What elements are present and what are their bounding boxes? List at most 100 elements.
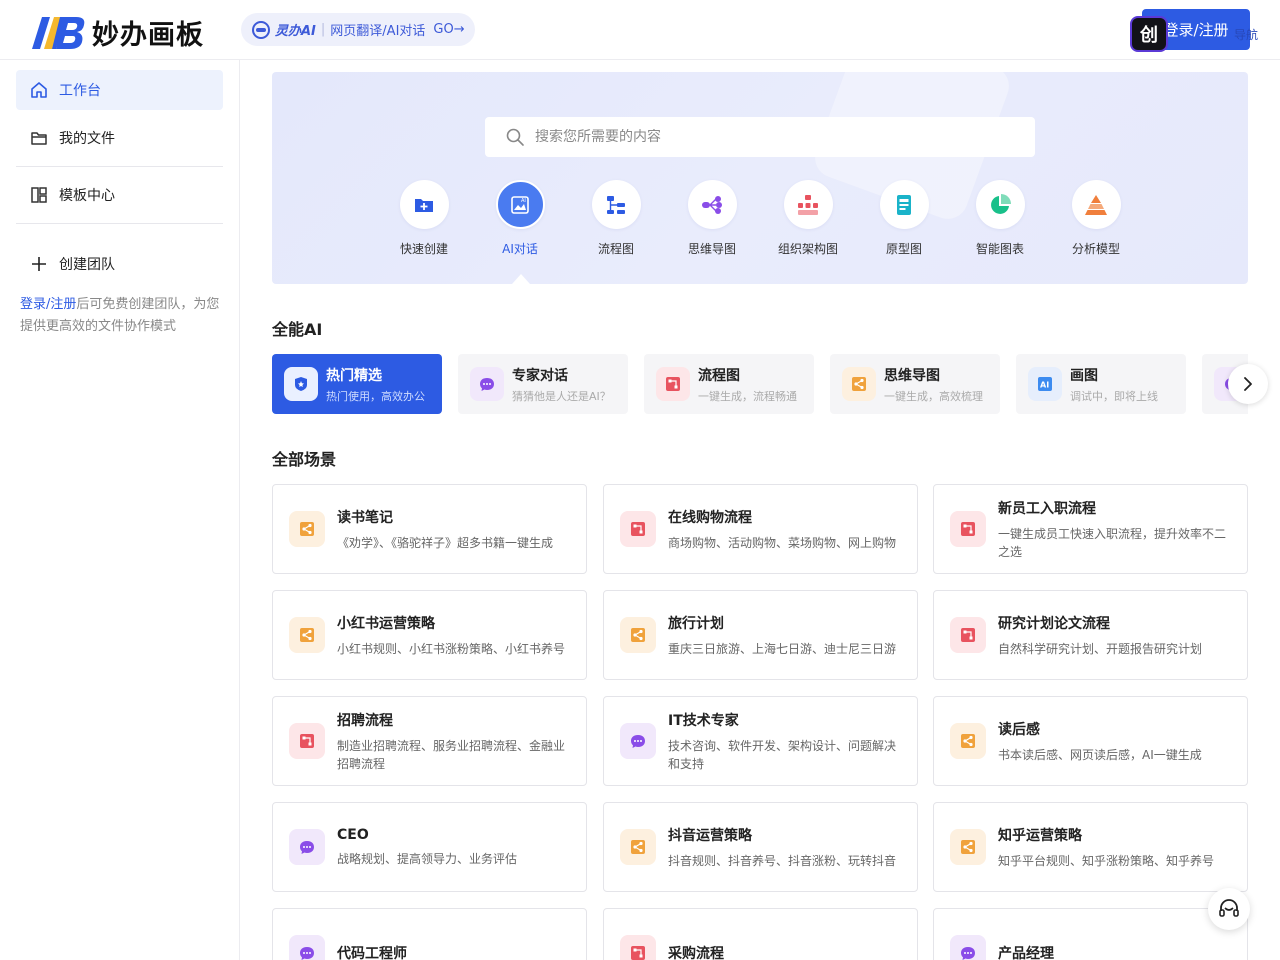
scene-desc: 书本读后感、网页读后感，AI一键生成 [998,747,1202,762]
quick-action-mindmap[interactable]: 思维导图 [672,180,752,257]
scene-desc: 战略规划、提高领导力、业务评估 [337,851,518,866]
quick-action-circle [975,180,1025,229]
category-hot-picks[interactable]: 热门精选 热门使用，高效办公 [272,354,442,414]
chat-bubble-icon [300,947,314,960]
search-bar[interactable] [485,117,1035,157]
category-desc: 猜猜他是人还是AI？ [512,389,611,403]
scene-desc: 自然科学研究计划、开题报告研究计划 [998,641,1203,656]
template-icon [31,187,47,203]
scene-desc: 制造业招聘流程、服务业招聘流程、金融业招聘流程 [337,738,566,771]
folder-icon [31,132,47,145]
promo-go-link[interactable]: GO→ [433,22,464,37]
prototype-icon [897,194,911,215]
scene-card[interactable]: 研究计划论文流程自然科学研究计划、开题报告研究计划 [933,590,1248,680]
quick-action-org-chart[interactable]: 组织架构图 [768,180,848,257]
scene-icon-box [289,511,325,547]
category-flowchart[interactable]: 流程图 一键生成，流程畅通 [644,354,814,414]
scene-text: 知乎运营策略 知乎平台规则、知乎涨粉策略、知乎养号 [998,825,1230,870]
ai-image-icon: AI [511,195,529,214]
sidebar-item-workspace[interactable]: 工作台 [16,70,223,110]
scene-text: 读书笔记 《劝学》、《骆驼祥子》超多书籍一键生成 [337,507,569,552]
quick-action-quick-create[interactable]: 快速创建 [384,180,464,257]
scene-icon-box [289,723,325,759]
category-text: 思维导图 一键生成，高效梳理 [884,365,983,404]
scene-card[interactable]: 抖音运营策略 抖音规则、抖音养号、抖音涨粉、玩转抖音 [603,802,918,892]
scene-text: 在线购物流程 商场购物、活动购物、菜场购物、网上购物 [668,507,912,552]
sidebar-item-my-files[interactable]: 我的文件 [16,118,223,158]
scene-text: CEO 战略规划、提高领导力、业务评估 [337,827,533,868]
category-drawing[interactable]: AI 画图 调试中，即将上线 [1016,354,1186,414]
scene-card[interactable]: 旅行计划 重庆三日旅游、上海七日游、迪士尼三日游 [603,590,918,680]
hint-login-link[interactable]: 登录/注册 [20,297,76,312]
app-logo[interactable]: 妙办画板 [32,13,204,52]
scene-card[interactable]: 在线购物流程 商场购物、活动购物、菜场购物、网上购物 [603,484,918,574]
quick-action-prototype[interactable]: 原型图 [864,180,944,257]
promo-separator: | [320,22,326,37]
top-header: 妙办画板 灵办AI | 网页翻译/AI对话 GO→ 登录/注册 创 导航 [0,0,1280,60]
scene-desc: 一键生成员工快速入职流程，提升效率不二之选 [998,526,1227,559]
scene-text: 读后感书本读后感、网页读后感，AI一键生成 [998,719,1218,764]
scene-card[interactable]: 代码工程师 [272,908,587,960]
scene-card[interactable]: 采购流程 [603,908,918,960]
folder-plus-icon [415,198,433,212]
create-team-button[interactable]: 创建团队 [16,244,223,284]
sidebar-item-template-center[interactable]: 模板中心 [16,175,223,215]
quick-action-circle [591,180,641,229]
category-desc: 一键生成，流程畅通 [698,389,797,403]
quick-action-circle [783,180,833,229]
scene-title: 知乎运营策略 [998,827,1082,844]
search-input[interactable] [535,129,1015,145]
scene-card[interactable]: IT技术专家 技术咨询、软件开发、架构设计、问题解决和支持 [603,696,918,786]
chat-bubble-icon [300,841,314,854]
quick-action-smart-chart[interactable]: 智能图表 [960,180,1040,257]
quick-action-flowchart[interactable]: 流程图 [576,180,656,257]
quick-action-analysis-model[interactable]: 分析模型 [1056,180,1136,257]
scene-title: 在线购物流程 [668,509,752,526]
scene-title: 招聘流程 [337,712,393,729]
scene-title: 旅行计划 [668,615,724,632]
scene-title: 小红书运营策略 [337,615,435,632]
scene-card[interactable]: 产品经理 [933,908,1248,960]
scene-icon-box [289,829,325,865]
quick-action-ai-chat[interactable]: AI AI对话 [480,180,560,257]
flow-icon [666,377,680,391]
flow-icon [631,946,645,960]
logo-mark-icon [32,16,86,49]
scene-card[interactable]: 招聘流程制造业招聘流程、服务业招聘流程、金融业招聘流程 [272,696,587,786]
scene-title: 研究计划论文流程 [998,615,1110,632]
customer-service-button[interactable] [1208,888,1250,930]
scene-title: CEO [337,826,369,843]
quick-action-label: 组织架构图 [777,242,838,256]
scene-icon-box [950,723,986,759]
quick-action-label: 快速创建 [399,242,448,256]
share-icon [631,840,645,854]
org-chart-icon [798,194,818,215]
scene-title: 读书笔记 [337,509,393,526]
quick-action-circle: AI [495,180,545,229]
scene-card[interactable]: 新员工入职流程 一键生成员工快速入职流程，提升效率不二之选 [933,484,1248,574]
scene-title: 读后感 [998,721,1040,738]
nav-badge[interactable]: 导航 [1234,26,1258,43]
scene-text: IT技术专家 技术咨询、软件开发、架构设计、问题解决和支持 [668,710,917,773]
lingban-ai-promo[interactable]: 灵办AI | 网页翻译/AI对话 GO→ [241,13,475,46]
scene-icon-box [950,935,986,960]
flow-icon [961,628,975,642]
share-icon [852,377,866,391]
chat-bubble-icon [961,947,975,960]
category-next-button[interactable] [1228,364,1268,404]
scene-card[interactable]: CEO 战略规划、提高领导力、业务评估 [272,802,587,892]
scene-desc: 抖音规则、抖音养号、抖音涨粉、玩转抖音 [668,853,897,868]
scene-text: 研究计划论文流程自然科学研究计划、开题报告研究计划 [998,613,1218,658]
scene-card[interactable]: 知乎运营策略 知乎平台规则、知乎涨粉策略、知乎养号 [933,802,1248,892]
scene-card[interactable]: 读后感书本读后感、网页读后感，AI一键生成 [933,696,1248,786]
hot-badge-icon [295,377,307,391]
creator-tool-badge[interactable]: 创 [1130,16,1168,52]
flow-icon [631,522,645,536]
scene-card[interactable]: 读书笔记 《劝学》、《骆驼祥子》超多书籍一键生成 [272,484,587,574]
category-mindmap[interactable]: 思维导图 一键生成，高效梳理 [830,354,1000,414]
category-icon-box [842,367,876,401]
scene-text: 旅行计划 重庆三日旅游、上海七日游、迪士尼三日游 [668,613,912,658]
category-text: 热门精选 热门使用，高效办公 [326,365,425,404]
scene-card[interactable]: 小红书运营策略 小红书规则、小红书涨粉策略、小红书养号 [272,590,587,680]
category-expert-chat[interactable]: 专家对话 猜猜他是人还是AI？ [458,354,628,414]
